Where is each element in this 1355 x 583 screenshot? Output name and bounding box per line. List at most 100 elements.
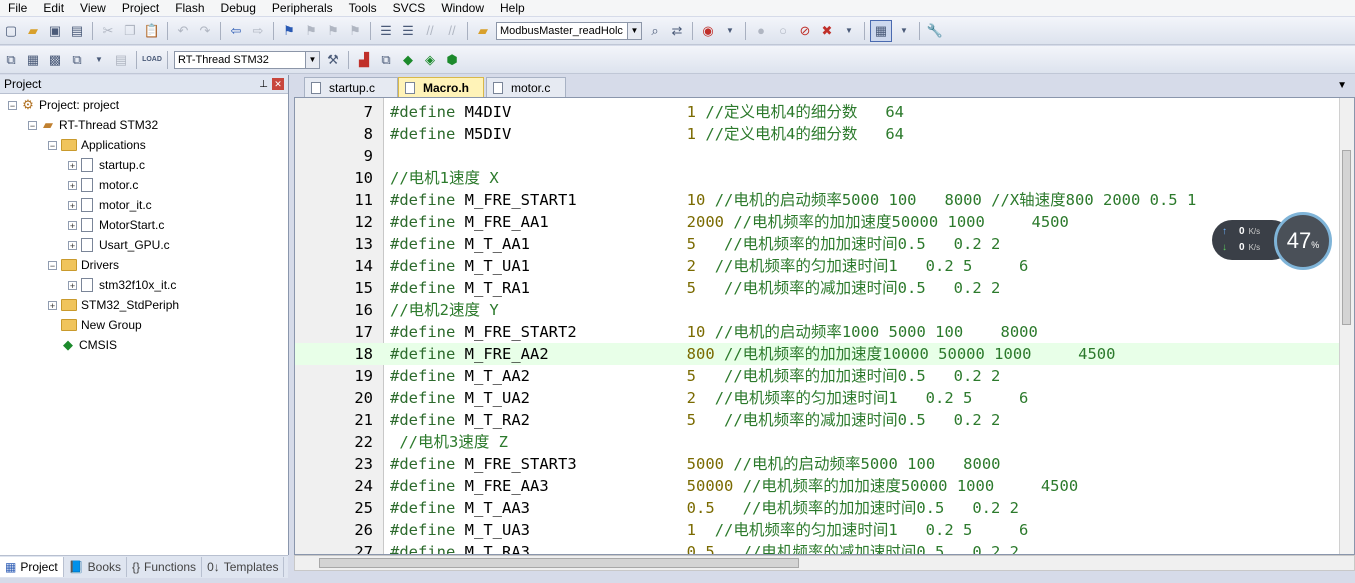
uncomment-icon[interactable]: // [442, 21, 462, 41]
navigate-forward-icon[interactable]: ⇨ [248, 21, 268, 41]
code-line[interactable]: 20 #define M_T_UA2 2 //电机频率的匀加速时间1 0.2 5 6 [295, 387, 1339, 409]
tab-macro-h[interactable]: Macro.h [398, 77, 484, 97]
collapse-icon[interactable]: − [8, 100, 17, 110]
manage-components-icon[interactable]: ⧉ [376, 50, 396, 70]
menu-item-svcs[interactable]: SVCS [385, 0, 434, 16]
code-line[interactable]: 17 #define M_FRE_START2 10 //电机的启动频率1000 5… [295, 321, 1339, 343]
stop-build-icon[interactable]: ▤ [111, 50, 131, 70]
prev-bookmark-icon[interactable]: ⚑ [301, 21, 321, 41]
tree-item[interactable]: + startup.c [68, 155, 145, 175]
expand-icon[interactable]: + [68, 200, 77, 210]
menu-item-file[interactable]: File [0, 0, 35, 16]
build-icon[interactable]: ▦ [23, 50, 43, 70]
find-icon[interactable]: ⌕ [645, 21, 665, 41]
breakpoint-kill-icon[interactable]: ✖ [817, 21, 837, 41]
tree-item[interactable]: + STM32_StdPeriph [48, 295, 179, 315]
breakpoint-dropdown-icon[interactable]: ▼ [839, 21, 859, 41]
code-line[interactable]: 26 #define M_T_UA3 1 //电机频率的匀加速时间1 0.2 5 6 [295, 519, 1339, 541]
debug-session-icon[interactable]: ◉ [698, 21, 718, 41]
find-in-files-icon[interactable]: ▰ [473, 21, 493, 41]
expand-icon[interactable]: + [68, 180, 77, 190]
save-icon[interactable]: ▣ [45, 21, 65, 41]
breakpoint-disable-icon[interactable]: ⊘ [795, 21, 815, 41]
menu-item-view[interactable]: View [72, 0, 114, 16]
horizontal-scrollbar[interactable] [294, 555, 1355, 571]
tree-item[interactable]: + motor.c [68, 175, 138, 195]
pack-installer-icon[interactable]: ◈ [420, 50, 440, 70]
menu-item-help[interactable]: Help [492, 0, 533, 16]
code-line[interactable]: 11 #define M_FRE_START1 10 //电机的启动频率5000 1… [295, 189, 1339, 211]
incremental-find-icon[interactable]: ⇄ [667, 21, 687, 41]
new-file-icon[interactable]: ▢ [1, 21, 21, 41]
tree-item[interactable]: + MotorStart.c [68, 215, 164, 235]
save-all-icon[interactable]: ▤ [67, 21, 87, 41]
menu-item-project[interactable]: Project [114, 0, 167, 16]
redo-icon[interactable]: ↷ [195, 21, 215, 41]
target-select[interactable]: RT-Thread STM32 ▼ [174, 50, 320, 69]
configure-tools-icon[interactable]: 🔧 [925, 21, 945, 41]
run-time-env-icon[interactable]: ⬢ [442, 50, 462, 70]
paste-icon[interactable]: 📋 [142, 21, 162, 41]
close-icon[interactable]: ✕ [272, 78, 284, 90]
tab-functions[interactable]: {} Functions [127, 557, 203, 577]
expand-icon[interactable]: + [68, 240, 77, 250]
code-line[interactable]: 23 #define M_FRE_START3 5000 //电机的启动频率5000… [295, 453, 1339, 475]
bookmark-icon[interactable]: ⚑ [279, 21, 299, 41]
menu-item-flash[interactable]: Flash [167, 0, 212, 16]
pin-icon[interactable]: ⊥ [255, 79, 272, 90]
code-editor[interactable]: 7 #define M4DIV 1 //定义电机4的细分数 64 8 #define M… [294, 97, 1355, 555]
target-options-icon[interactable]: ⚒ [323, 50, 343, 70]
batch-dropdown-icon[interactable]: ▼ [89, 50, 109, 70]
find-combo[interactable]: ModbusMaster_readHolc ▼ [496, 21, 642, 40]
copy-icon[interactable]: ❐ [120, 21, 140, 41]
menu-item-peripherals[interactable]: Peripherals [264, 0, 341, 16]
code-line[interactable]: 14 #define M_T_UA1 2 //电机频率的匀加速时间1 0.2 5 6 [295, 255, 1339, 277]
rebuild-icon[interactable]: ▩ [45, 50, 65, 70]
tab-templates[interactable]: 0↓ Templates [202, 557, 285, 577]
chevron-down-icon[interactable]: ▼ [305, 51, 319, 68]
code-line[interactable]: 13 #define M_T_AA1 5 //电机频率的加加速时间0.5 0.2 2 [295, 233, 1339, 255]
open-file-icon[interactable]: ▰ [23, 21, 43, 41]
expand-icon[interactable]: + [48, 300, 57, 310]
code-line[interactable]: 8 #define M5DIV 1 //定义电机4的细分数 64 [295, 123, 1339, 145]
breakpoint-enable-icon[interactable]: ○ [773, 21, 793, 41]
tree-item[interactable]: − ▰ RT-Thread STM32 [28, 115, 158, 135]
chevron-down-icon[interactable]: ▼ [627, 22, 641, 39]
code-line[interactable]: 15 #define M_T_RA1 5 //电机频率的减加速时间0.5 0.2 2 [295, 277, 1339, 299]
tab-list-dropdown-icon[interactable]: ▼ [1337, 80, 1347, 91]
next-bookmark-icon[interactable]: ⚑ [323, 21, 343, 41]
horizontal-scroll-thumb[interactable] [319, 558, 799, 568]
code-line[interactable]: 9 [295, 145, 1339, 167]
menu-item-window[interactable]: Window [433, 0, 492, 16]
menu-item-debug[interactable]: Debug [213, 0, 264, 16]
layout-dropdown-icon[interactable]: ▼ [894, 21, 914, 41]
indent-icon[interactable]: ☰ [376, 21, 396, 41]
tab-books[interactable]: 📘 Books [64, 557, 128, 577]
clear-bookmarks-icon[interactable]: ⚑ [345, 21, 365, 41]
collapse-icon[interactable]: − [48, 140, 57, 150]
collapse-icon[interactable]: − [48, 260, 57, 270]
menu-item-tools[interactable]: Tools [341, 0, 385, 16]
cut-icon[interactable]: ✂ [98, 21, 118, 41]
code-line[interactable]: 19 #define M_T_AA2 5 //电机频率的加加速时间0.5 0.2 2 [295, 365, 1339, 387]
expand-icon[interactable]: + [68, 160, 77, 170]
tree-item[interactable]: − Drivers [48, 255, 119, 275]
debug-dropdown-icon[interactable]: ▼ [720, 21, 740, 41]
tab-startup-c[interactable]: startup.c [304, 77, 398, 97]
expand-icon[interactable]: + [68, 220, 77, 230]
code-line[interactable]: 12 #define M_FRE_AA1 2000 //电机频率的加加速度50000… [295, 211, 1339, 233]
comment-icon[interactable]: // [420, 21, 440, 41]
tree-item[interactable]: ◆ CMSIS [48, 335, 117, 355]
menu-item-edit[interactable]: Edit [35, 0, 72, 16]
vertical-scroll-thumb[interactable] [1342, 150, 1351, 325]
vertical-scrollbar[interactable] [1339, 98, 1354, 554]
expand-icon[interactable]: + [68, 280, 77, 290]
breakpoint-insert-icon[interactable]: ● [751, 21, 771, 41]
select-packs-icon[interactable]: ◆ [398, 50, 418, 70]
tab-project[interactable]: ▦ Project [0, 557, 64, 577]
code-line[interactable]: 10 //电机1速度 X [295, 167, 1339, 189]
window-layout-icon[interactable]: ▦ [870, 19, 892, 42]
unindent-icon[interactable]: ☰ [398, 21, 418, 41]
tree-item[interactable]: + Usart_GPU.c [68, 235, 170, 255]
download-icon[interactable]: LOAD [142, 50, 162, 70]
